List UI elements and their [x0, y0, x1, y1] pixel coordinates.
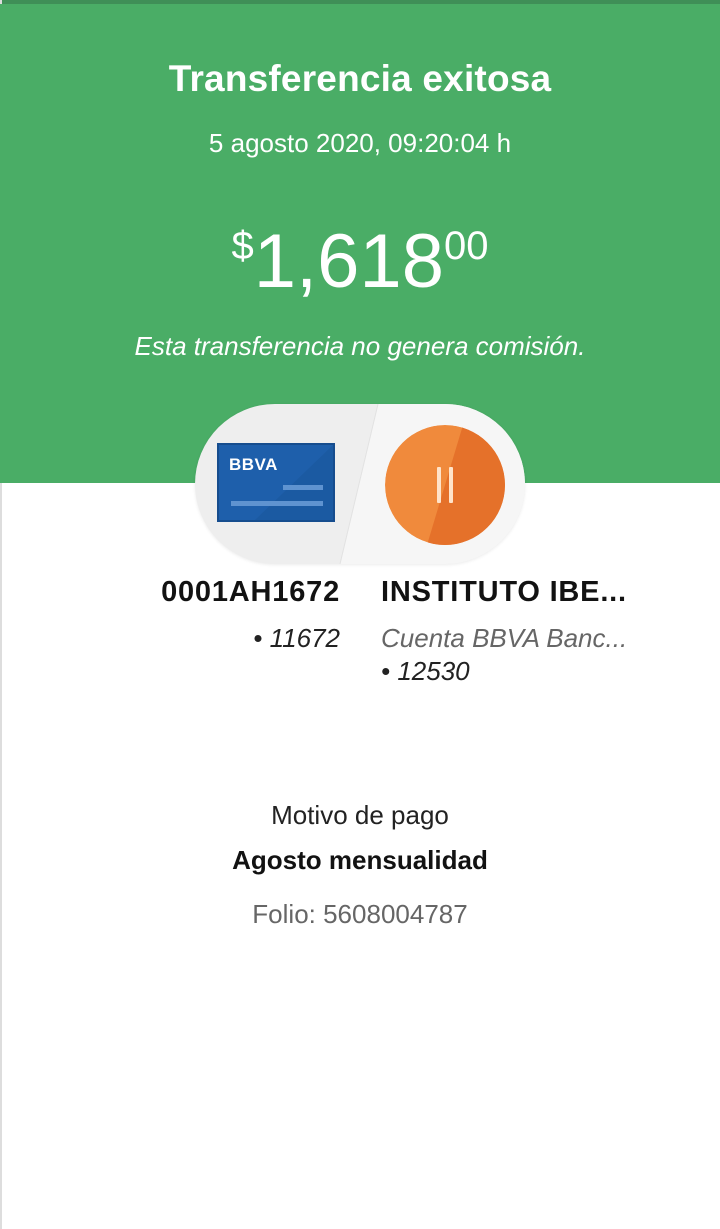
amount-cents: 00 — [443, 224, 489, 268]
folio-number: Folio: 5608004787 — [252, 899, 468, 929]
destination-avatar — [385, 425, 505, 545]
amount-integer: 1,618 — [253, 219, 444, 304]
origin-card-icon: BBVA — [217, 443, 335, 522]
destination-account-number: • 12530 — [381, 656, 470, 686]
card-stripe — [231, 501, 323, 506]
destination-bank: Cuenta BBVA Banc... — [381, 623, 628, 653]
destination-account: INSTITUTO IBE... Cuenta BBVA Banc... • 1… — [381, 576, 681, 687]
currency-symbol: $ — [231, 224, 254, 268]
origin-account-number: • 11672 — [253, 623, 340, 653]
payment-reason-label: Motivo de pago — [271, 800, 449, 830]
transfer-amount: $1,61800 — [0, 218, 720, 305]
pause-icon — [385, 425, 505, 545]
origin-account: 0001AH1672 • 11672 — [60, 576, 340, 654]
card-stripe — [283, 485, 323, 490]
page-title: Transferencia exitosa — [168, 58, 552, 99]
origin-account-name: 0001AH1672 — [161, 576, 340, 608]
bbva-logo: BBVA — [229, 455, 278, 474]
destination-account-name: INSTITUTO IBE... — [381, 576, 627, 608]
payment-reason-value: Agosto mensualidad — [232, 845, 488, 875]
transfer-datetime: 5 agosto 2020, 09:20:04 h — [208, 128, 512, 158]
commission-note: Esta transferencia no genera comisión. — [134, 331, 586, 361]
